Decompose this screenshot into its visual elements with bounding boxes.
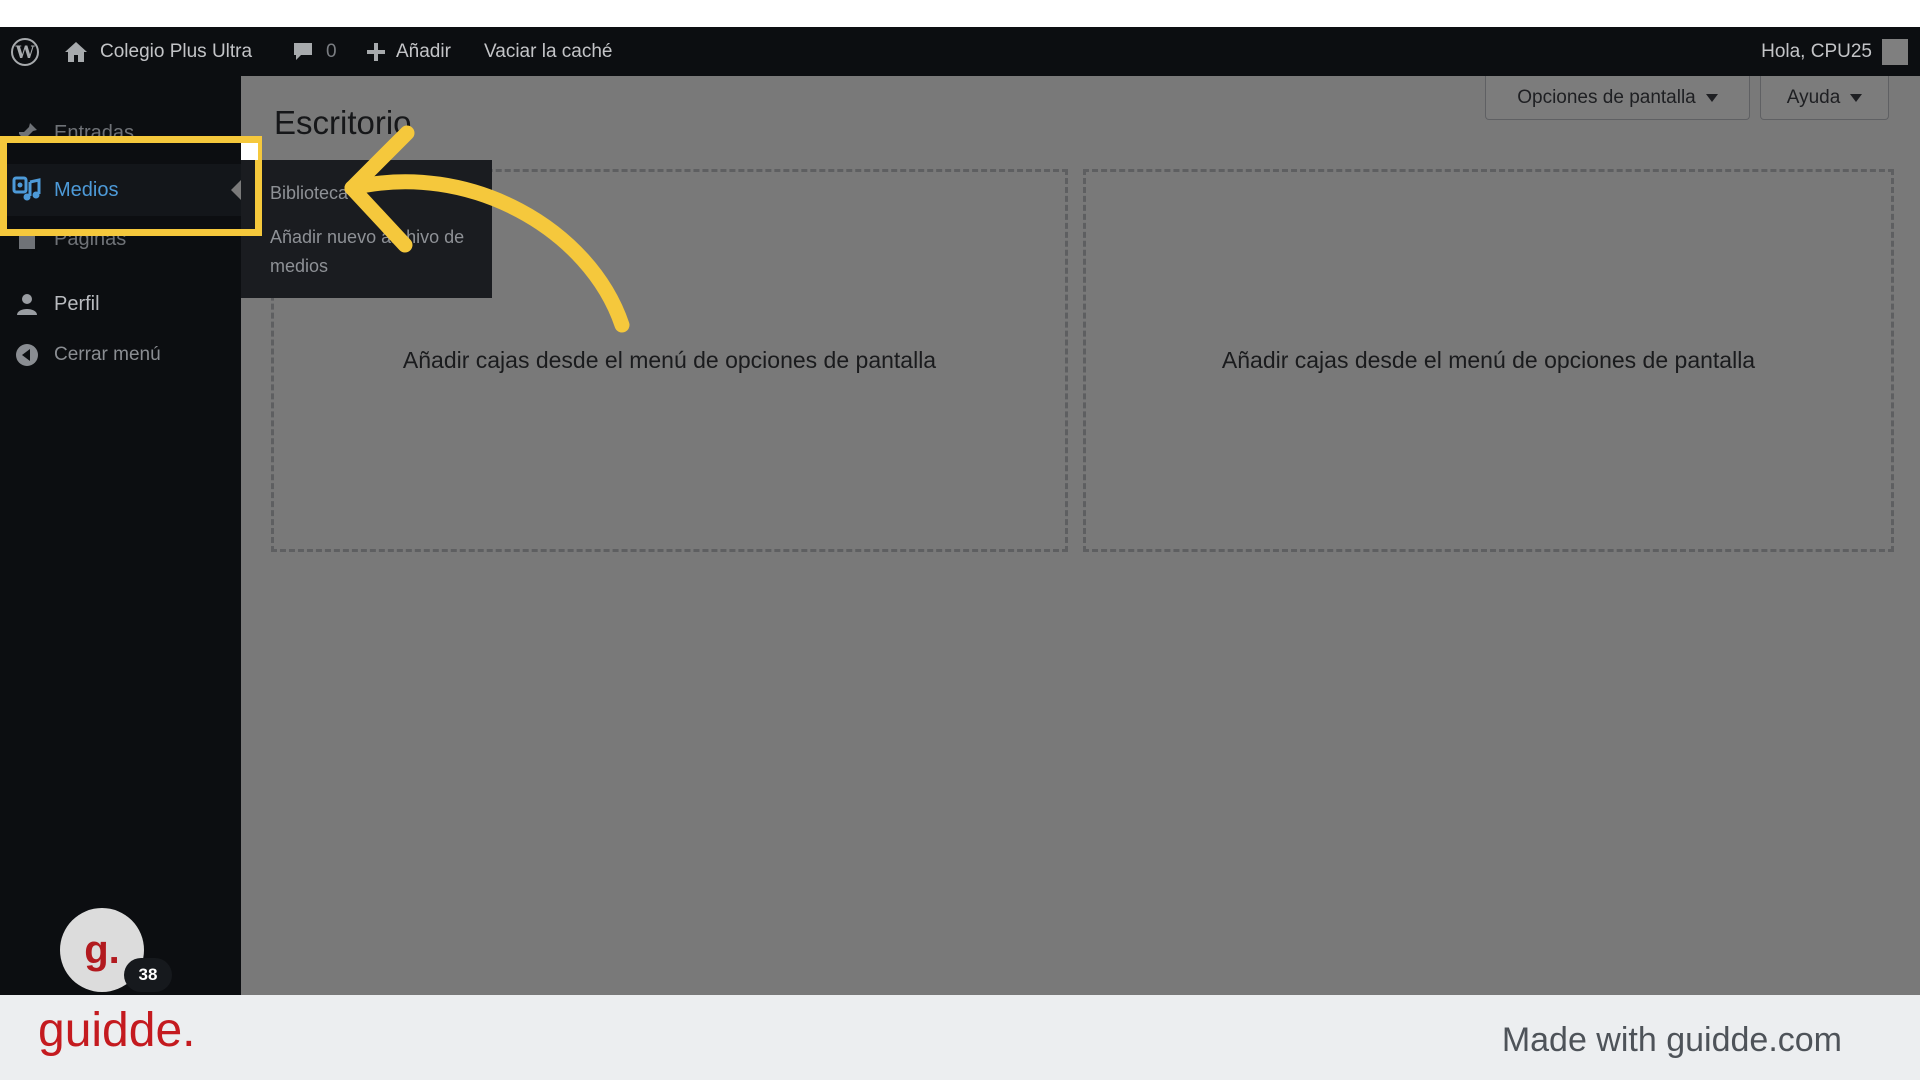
caret-down-icon xyxy=(1705,93,1718,102)
user-icon xyxy=(12,292,42,316)
comments-count: 0 xyxy=(326,40,337,62)
collapse-menu-button[interactable]: Cerrar menú xyxy=(0,338,241,372)
guidde-footer: guidde. Made with guidde.com xyxy=(0,995,1920,1080)
home-icon xyxy=(65,41,87,62)
new-content-link[interactable]: Añadir xyxy=(366,27,451,76)
clear-cache-link[interactable]: Vaciar la caché xyxy=(484,27,613,76)
site-home-link[interactable]: Colegio Plus Ultra xyxy=(64,27,252,76)
screen-options-label: Opciones de pantalla xyxy=(1517,86,1696,108)
sidebar-item-label: Cerrar menú xyxy=(54,344,161,365)
page-title: Escritorio xyxy=(274,104,412,141)
submenu-item-library[interactable]: Biblioteca xyxy=(270,183,348,204)
caret-down-icon xyxy=(1850,93,1863,102)
dropzone-text: Añadir cajas desde el menú de opciones d… xyxy=(1221,347,1756,373)
highlight-corner-marker xyxy=(241,143,258,160)
sidebar-item-label: Perfil xyxy=(54,292,100,315)
sidebar-item-profile[interactable]: Perfil xyxy=(0,286,241,322)
guidde-letter: g. xyxy=(84,927,120,972)
screen-options-button[interactable]: Opciones de pantalla xyxy=(1485,76,1750,120)
highlight-box xyxy=(0,136,262,236)
greeting: Hola, CPU25 xyxy=(1761,40,1872,62)
collapse-icon xyxy=(12,343,42,367)
top-white-strip xyxy=(0,0,1920,27)
new-label: Añadir xyxy=(396,40,451,62)
avatar xyxy=(1882,38,1908,65)
svg-text:W: W xyxy=(14,43,35,63)
account-menu[interactable]: Hola, CPU25 xyxy=(1761,27,1908,76)
help-label: Ayuda xyxy=(1786,86,1841,108)
guidde-logo: guidde. xyxy=(38,1004,196,1057)
made-with-text: Made with guidde.com xyxy=(1501,1021,1842,1059)
dropzone-text: Añadir cajas desde el menú de opciones d… xyxy=(402,347,937,373)
media-submenu: Biblioteca Añadir nuevo archivo de medio… xyxy=(241,160,492,298)
wordpress-logo-icon[interactable]: W xyxy=(10,27,40,76)
empty-widget-dropzone: Añadir cajas desde el menú de opciones d… xyxy=(1083,169,1894,552)
plus-icon xyxy=(367,42,385,61)
site-name: Colegio Plus Ultra xyxy=(100,40,253,62)
comment-icon xyxy=(294,42,312,60)
submenu-item-add-media[interactable]: Añadir nuevo archivo de medios xyxy=(270,223,480,281)
dashboard-content: Escritorio Opciones de pantalla Ayuda Añ… xyxy=(241,76,1920,995)
clear-cache-label: Vaciar la caché xyxy=(484,40,613,62)
admin-bar: W Colegio Plus Ultra 0 Añadir Vaciar la … xyxy=(0,27,1920,76)
help-button[interactable]: Ayuda xyxy=(1760,76,1889,120)
comments-link[interactable]: 0 xyxy=(292,27,337,76)
step-count-badge: 38 xyxy=(124,958,172,992)
